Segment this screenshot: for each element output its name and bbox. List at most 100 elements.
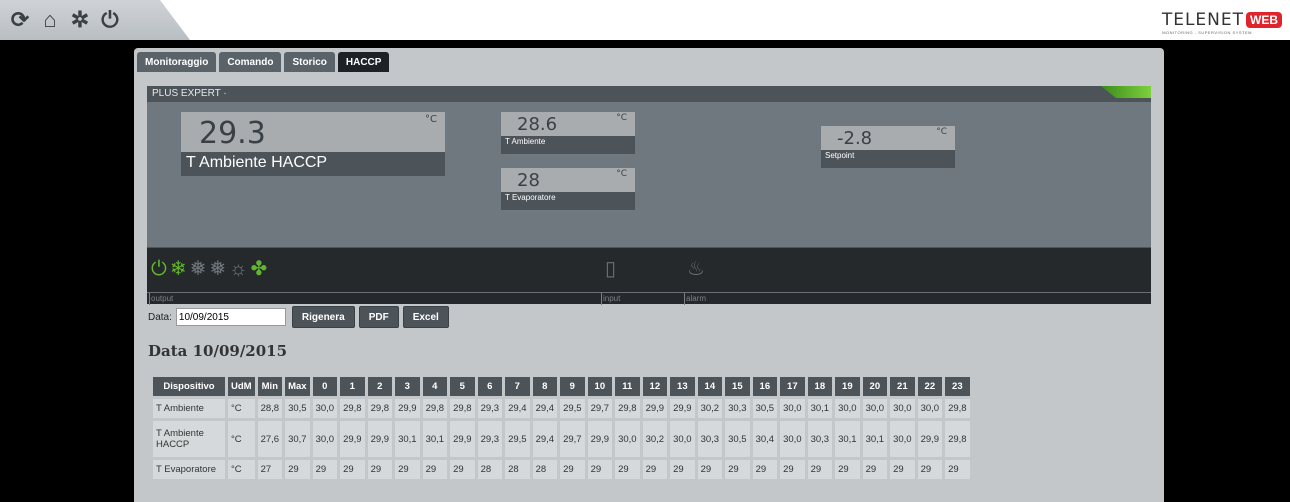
value-cell: °C xyxy=(228,421,255,457)
gear-icon[interactable]: ✲ xyxy=(68,8,92,32)
value-cell: 30,0 xyxy=(312,399,338,418)
device-panel: PLUS EXPERT · 29.3 °C T Ambiente HACCP 2… xyxy=(147,86,1151,305)
haccp-table: Dispositivo UdM Min Max 0 1 2 3 4 5 6 7 8 9 10 11 12 13 14… xyxy=(150,374,973,482)
logo-text: TELENET xyxy=(1161,10,1244,30)
value-cell: 29 xyxy=(367,460,393,479)
value-cell: 29 xyxy=(917,460,943,479)
column-header: Min xyxy=(257,377,283,396)
column-header: 3 xyxy=(395,377,420,396)
column-header: 14 xyxy=(697,377,723,396)
power-icon[interactable]: ⏻ xyxy=(98,8,122,32)
device-name: PLUS EXPERT · xyxy=(152,88,227,99)
tab-monitoraggio[interactable]: Monitoraggio xyxy=(137,52,217,72)
value-cell: 29 xyxy=(780,460,805,479)
excel-button[interactable]: Excel xyxy=(402,306,449,328)
value-cell: 29,9 xyxy=(450,421,475,457)
tab-haccp[interactable]: HACCP xyxy=(337,52,390,72)
value-cell: 29,4 xyxy=(532,421,558,457)
column-header: 9 xyxy=(560,377,585,396)
tab-storico[interactable]: Storico xyxy=(284,52,335,72)
date-input[interactable] xyxy=(175,308,286,326)
main-temperature-value: 29.3 xyxy=(199,116,266,151)
setpoint-unit: °C xyxy=(936,127,947,137)
value-cell: 29,9 xyxy=(367,421,393,457)
defrost2-icon: ❅ xyxy=(209,258,227,280)
value-cell: 30,0 xyxy=(890,421,915,457)
column-header: 0 xyxy=(312,377,338,396)
column-header: 15 xyxy=(725,377,750,396)
value-cell: 30,4 xyxy=(752,421,778,457)
value-cell: 29,9 xyxy=(642,399,668,418)
column-header: 19 xyxy=(835,377,860,396)
value-cell: 27,6 xyxy=(257,421,283,457)
column-header: 13 xyxy=(670,377,695,396)
value-cell: 29,8 xyxy=(450,399,475,418)
t-ambiente-value: 28.6 xyxy=(517,114,558,135)
report-form: Data: Rigenera PDF Excel xyxy=(148,306,449,328)
value-cell: 30,0 xyxy=(862,399,888,418)
value-cell: 29 xyxy=(752,460,778,479)
telenet-logo: TELENET WEB MONITORING - SUPERVISION SYS… xyxy=(1162,10,1282,35)
pdf-button[interactable]: PDF xyxy=(358,306,399,328)
t-evaporatore-display: 28 °C T Evaporatore xyxy=(501,168,635,210)
device-cell: T Ambiente xyxy=(153,399,225,418)
home-icon[interactable]: ⌂ xyxy=(38,8,62,32)
value-cell: 29,9 xyxy=(917,421,943,457)
value-cell: 29,7 xyxy=(560,421,585,457)
column-header: Max xyxy=(285,377,310,396)
rigenera-button[interactable]: Rigenera xyxy=(291,306,355,328)
column-header: UdM xyxy=(228,377,255,396)
value-cell: 29 xyxy=(587,460,613,479)
value-cell: 29,9 xyxy=(587,421,613,457)
setpoint-label: Setpoint xyxy=(821,150,955,168)
value-cell: 30,0 xyxy=(312,421,338,457)
refresh-icon[interactable]: ⟳ xyxy=(8,8,32,32)
value-cell: 29 xyxy=(340,460,365,479)
column-header: 1 xyxy=(340,377,365,396)
value-cell: 28,8 xyxy=(257,399,283,418)
logo-web-badge: WEB xyxy=(1246,12,1282,28)
column-header: 11 xyxy=(615,377,640,396)
value-cell: 30,3 xyxy=(725,399,750,418)
value-cell: 29 xyxy=(835,460,860,479)
value-cell: 29 xyxy=(422,460,448,479)
io-status-bar: ⏻ ❄ ❅ ❅ ☼ ✤ ▯ ♨ output input alarm xyxy=(147,247,1151,305)
value-cell: 29 xyxy=(725,460,750,479)
value-cell: 29,3 xyxy=(477,421,503,457)
defrost-icon: ❅ xyxy=(189,258,207,280)
door-icon: ▯ xyxy=(605,258,617,280)
table-header: Dispositivo UdM Min Max 0 1 2 3 4 5 6 7 8 9 10 11 12 13 14… xyxy=(153,377,970,396)
toolbar: ⟳ ⌂ ✲ ⏻ xyxy=(0,0,190,40)
value-cell: 29,7 xyxy=(587,399,613,418)
column-header: Dispositivo xyxy=(153,377,225,396)
top-bar: ⟳ ⌂ ✲ ⏻ TELENET WEB MONITORING - SUPERVI… xyxy=(0,0,1290,40)
value-cell: 29,3 xyxy=(477,399,503,418)
column-header: 16 xyxy=(752,377,778,396)
value-cell: 30,2 xyxy=(697,399,723,418)
report-title: Data 10/09/2015 xyxy=(148,342,288,360)
value-cell: 29 xyxy=(560,460,585,479)
output-icons: ⏻ ❄ ❅ ❅ ☼ ✤ xyxy=(151,258,267,280)
value-cell: 28 xyxy=(532,460,558,479)
column-header: 23 xyxy=(945,377,970,396)
value-cell: 29 xyxy=(890,460,915,479)
value-cell: °C xyxy=(228,460,255,479)
date-label: Data: xyxy=(148,311,172,323)
value-cell: 30,0 xyxy=(835,399,860,418)
value-cell: 29 xyxy=(615,460,640,479)
value-cell: 28 xyxy=(505,460,530,479)
value-cell: 30,0 xyxy=(670,421,695,457)
value-cell: 30,5 xyxy=(285,399,310,418)
column-header: 2 xyxy=(367,377,393,396)
column-header: 10 xyxy=(587,377,613,396)
tab-comando[interactable]: Comando xyxy=(219,52,282,72)
value-cell: 30,0 xyxy=(780,421,805,457)
value-cell: 29 xyxy=(697,460,723,479)
value-cell: 29,8 xyxy=(615,399,640,418)
column-header: 21 xyxy=(890,377,915,396)
value-cell: 29 xyxy=(807,460,833,479)
output-label: output xyxy=(149,293,174,305)
t-evaporatore-value: 28 xyxy=(517,170,540,191)
value-cell: 30,3 xyxy=(807,421,833,457)
value-cell: 29 xyxy=(670,460,695,479)
